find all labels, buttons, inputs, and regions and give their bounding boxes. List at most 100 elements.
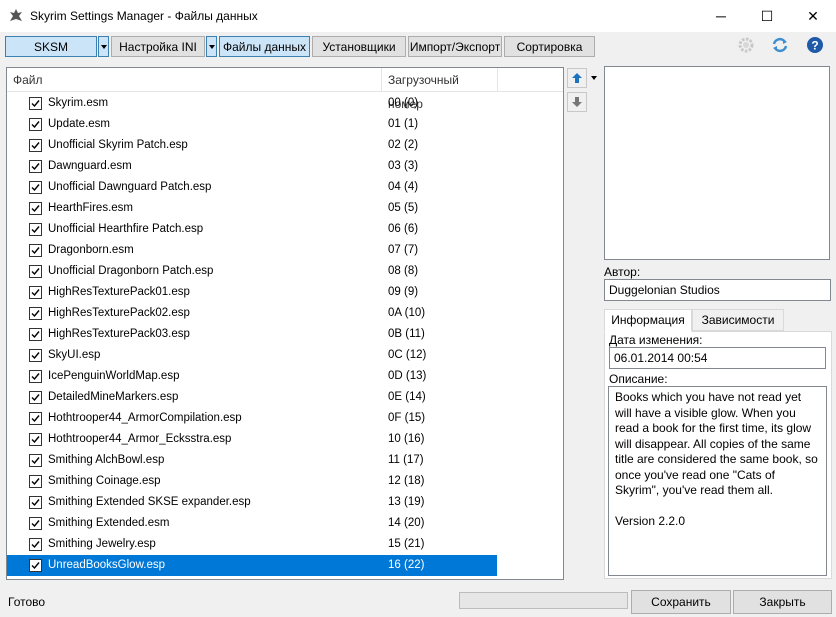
refresh-icon[interactable] bbox=[771, 36, 789, 54]
plugin-checkbox[interactable] bbox=[29, 349, 42, 362]
plugin-row[interactable]: HearthFires.esm 05 (5) bbox=[7, 198, 497, 219]
plugin-checkbox[interactable] bbox=[29, 475, 42, 488]
plugin-list[interactable]: Файл Загрузочный номер Skyrim.esm 00 (0) U… bbox=[6, 67, 564, 580]
close-icon: ✕ bbox=[807, 7, 819, 24]
plugin-name: HighResTexturePack03.esp bbox=[48, 328, 190, 340]
plugin-checkbox[interactable] bbox=[29, 454, 42, 467]
plugin-checkbox[interactable] bbox=[29, 496, 42, 509]
plugin-checkbox[interactable] bbox=[29, 97, 42, 110]
skse-dropdown-button[interactable] bbox=[98, 36, 109, 57]
sort-button[interactable]: Сортировка bbox=[504, 36, 595, 57]
plugin-row[interactable]: Skyrim.esm 00 (0) bbox=[7, 93, 497, 114]
author-field[interactable]: Duggelonian Studios bbox=[604, 279, 831, 301]
plugin-row[interactable]: Unofficial Dawnguard Patch.esp 04 (4) bbox=[7, 177, 497, 198]
plugin-checkbox[interactable] bbox=[29, 202, 42, 215]
plugin-row[interactable]: HighResTexturePack02.esp 0A (10) bbox=[7, 303, 497, 324]
tab-info[interactable]: Информация bbox=[604, 309, 692, 332]
plugin-checkbox[interactable] bbox=[29, 559, 42, 572]
plugin-name: IcePenguinWorldMap.esp bbox=[48, 370, 180, 382]
plugin-row[interactable]: Unofficial Skyrim Patch.esp 02 (2) bbox=[7, 135, 497, 156]
maximize-button[interactable]: ☐ bbox=[744, 0, 790, 32]
plugin-checkbox[interactable] bbox=[29, 328, 42, 341]
plugin-name: UnreadBooksGlow.esp bbox=[48, 559, 165, 571]
plugin-row[interactable]: Update.esm 01 (1) bbox=[7, 114, 497, 135]
plugin-checkbox[interactable] bbox=[29, 223, 42, 236]
plugin-load-index: 01 (1) bbox=[388, 118, 419, 130]
save-button[interactable]: Сохранить bbox=[631, 590, 731, 614]
move-dropdown-button[interactable] bbox=[589, 68, 599, 88]
plugin-checkbox[interactable] bbox=[29, 412, 42, 425]
checkmark-icon bbox=[31, 184, 40, 192]
description-label: Описание: bbox=[609, 372, 668, 386]
plugin-row[interactable]: Unofficial Dragonborn Patch.esp 08 (8) bbox=[7, 261, 497, 282]
checkmark-icon bbox=[31, 205, 40, 213]
plugin-row[interactable]: Smithing Extended SKSE expander.esp 13 (1… bbox=[7, 492, 497, 513]
plugin-checkbox[interactable] bbox=[29, 538, 42, 551]
plugin-row[interactable]: Dragonborn.esm 07 (7) bbox=[7, 240, 497, 261]
checkmark-icon bbox=[31, 415, 40, 423]
description-field[interactable]: Books which you have not read yet will h… bbox=[608, 386, 827, 576]
modified-date-field[interactable]: 06.01.2014 00:54 bbox=[609, 347, 826, 369]
plugin-load-index: 05 (5) bbox=[388, 202, 419, 214]
checkmark-icon bbox=[31, 373, 40, 381]
plugin-row[interactable]: Smithing Coinage.esp 12 (18) bbox=[7, 471, 497, 492]
minimize-button[interactable]: ─ bbox=[698, 0, 744, 32]
import-export-button[interactable]: Импорт/Экспорт bbox=[408, 36, 502, 57]
plugin-checkbox[interactable] bbox=[29, 391, 42, 404]
move-up-button[interactable] bbox=[567, 68, 587, 88]
plugin-checkbox[interactable] bbox=[29, 286, 42, 299]
skse-button[interactable]: SKSM bbox=[5, 36, 97, 57]
plugin-checkbox[interactable] bbox=[29, 433, 42, 446]
plugin-row[interactable]: Smithing AlchBowl.esp 11 (17) bbox=[7, 450, 497, 471]
column-header-file[interactable]: Файл bbox=[7, 68, 381, 92]
gear-icon[interactable] bbox=[737, 36, 755, 54]
list-header: Файл Загрузочный номер bbox=[7, 68, 563, 111]
plugin-name: Smithing Extended.esm bbox=[48, 517, 170, 529]
plugin-checkbox[interactable] bbox=[29, 517, 42, 530]
maximize-icon: ☐ bbox=[760, 7, 774, 24]
plugin-row[interactable]: HighResTexturePack03.esp 0B (11) bbox=[7, 324, 497, 345]
plugin-row[interactable]: UnreadBooksGlow.esp 16 (22) bbox=[7, 555, 497, 576]
preview-image bbox=[604, 66, 830, 260]
tab-dependencies[interactable]: Зависимости bbox=[692, 309, 784, 331]
plugin-name: Hothtrooper44_Armor_Ecksstra.esp bbox=[48, 433, 232, 445]
modified-date-label: Дата изменения: bbox=[609, 333, 703, 347]
plugin-checkbox[interactable] bbox=[29, 370, 42, 383]
plugin-checkbox[interactable] bbox=[29, 265, 42, 278]
plugin-row[interactable]: IcePenguinWorldMap.esp 0D (13) bbox=[7, 366, 497, 387]
plugin-checkbox[interactable] bbox=[29, 160, 42, 173]
plugin-row[interactable]: Smithing Jewelry.esp 15 (21) bbox=[7, 534, 497, 555]
plugin-row[interactable]: HighResTexturePack01.esp 09 (9) bbox=[7, 282, 497, 303]
plugin-row[interactable]: Unofficial Hearthfire Patch.esp 06 (6) bbox=[7, 219, 497, 240]
ini-dropdown-button[interactable] bbox=[206, 36, 217, 57]
plugin-load-index: 0C (12) bbox=[388, 349, 427, 361]
plugin-row[interactable]: SkyUI.esp 0C (12) bbox=[7, 345, 497, 366]
checkmark-icon bbox=[31, 163, 40, 171]
title-bar: Skyrim Settings Manager - Файлы данных ─… bbox=[0, 0, 836, 32]
plugin-row[interactable]: DetailedMineMarkers.esp 0E (14) bbox=[7, 387, 497, 408]
plugin-row[interactable]: Hothtrooper44_ArmorCompilation.esp 0F (15… bbox=[7, 408, 497, 429]
plugin-checkbox[interactable] bbox=[29, 307, 42, 320]
checkmark-icon bbox=[31, 562, 40, 570]
plugin-row[interactable]: Dawnguard.esm 03 (3) bbox=[7, 156, 497, 177]
close-button[interactable]: Закрыть bbox=[733, 590, 832, 614]
plugin-row[interactable]: Smithing Extended.esm 14 (20) bbox=[7, 513, 497, 534]
ini-settings-button[interactable]: Настройка INI bbox=[111, 36, 205, 57]
plugin-name: Unofficial Dawnguard Patch.esp bbox=[48, 181, 212, 193]
app-icon bbox=[10, 9, 22, 21]
plugin-row[interactable]: Hothtrooper44_Armor_Ecksstra.esp 10 (16) bbox=[7, 429, 497, 450]
plugin-name: HearthFires.esm bbox=[48, 202, 133, 214]
help-icon[interactable]: ? bbox=[806, 36, 824, 54]
header-divider[interactable] bbox=[497, 68, 498, 92]
plugin-checkbox[interactable] bbox=[29, 244, 42, 257]
column-header-load-order[interactable]: Загрузочный номер bbox=[382, 68, 497, 111]
data-files-button[interactable]: Файлы данных bbox=[219, 36, 310, 57]
close-window-button[interactable]: ✕ bbox=[790, 0, 836, 32]
plugin-checkbox[interactable] bbox=[29, 181, 42, 194]
plugin-checkbox[interactable] bbox=[29, 118, 42, 131]
move-down-button[interactable] bbox=[567, 92, 587, 112]
plugin-name: Smithing Extended SKSE expander.esp bbox=[48, 496, 251, 508]
installers-button[interactable]: Установщики bbox=[312, 36, 406, 57]
plugin-checkbox[interactable] bbox=[29, 139, 42, 152]
checkmark-icon bbox=[31, 436, 40, 444]
